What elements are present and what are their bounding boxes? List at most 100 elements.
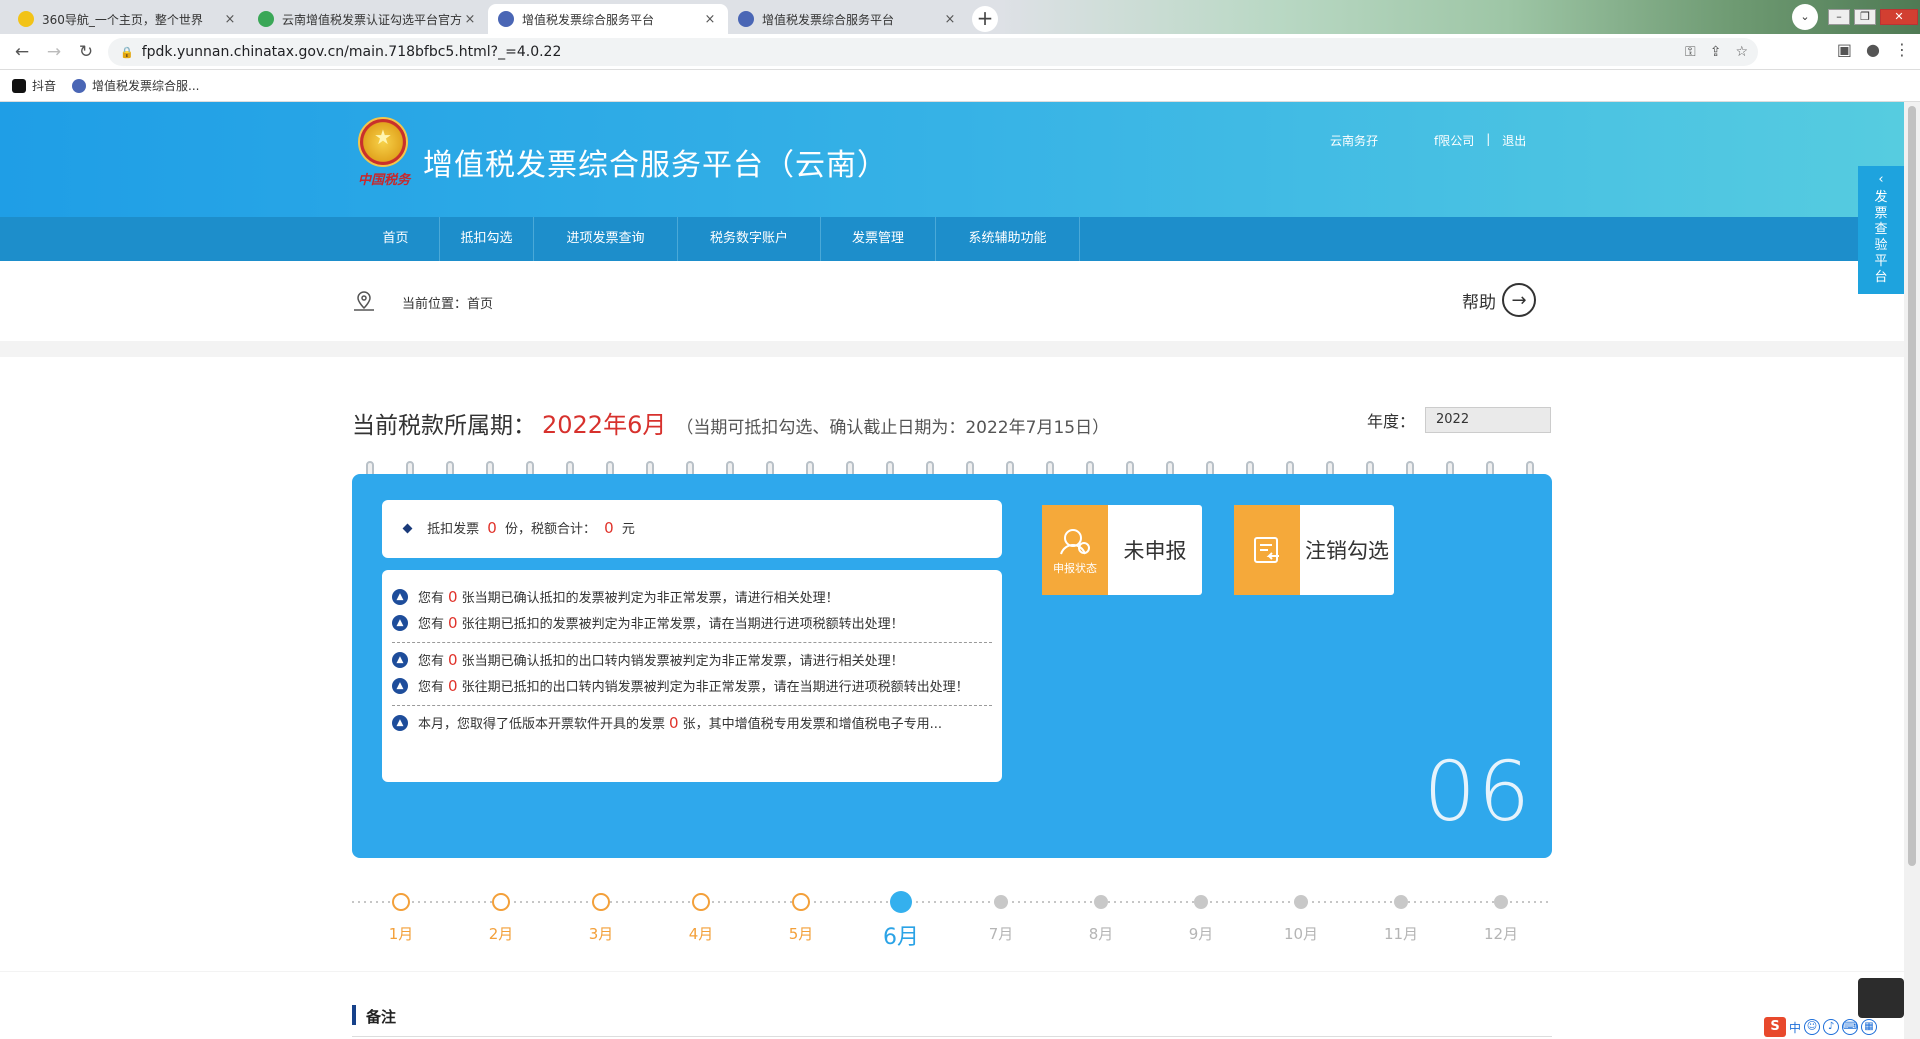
timeline-month-label[interactable]: 9月	[1171, 923, 1231, 944]
profile-icon[interactable]: ●	[1866, 40, 1880, 59]
help-label: 帮助	[1462, 292, 1496, 313]
invoice-verify-side-tab[interactable]: ‹ 发 票 查 验 平 台	[1858, 166, 1904, 294]
page-scrollbar[interactable]	[1904, 102, 1920, 1039]
timeline-month-label[interactable]: 11月	[1371, 923, 1431, 944]
mic-icon[interactable]: ♪	[1823, 1019, 1840, 1035]
douyin-icon	[12, 78, 26, 93]
cancel-selection-card[interactable]: 注销勾选	[1234, 505, 1394, 595]
floating-video-button[interactable]	[1858, 978, 1904, 1018]
emoji-icon[interactable]: ☺	[1804, 1019, 1821, 1035]
big-month-number: 06	[1423, 745, 1532, 840]
timeline-month-label[interactable]: 2月	[471, 923, 531, 944]
forward-arrow-icon[interactable]: →	[38, 42, 70, 62]
alert-item[interactable]: ▲ 本月，您取得了低版本开票软件开具的发票 0 张，其中增值税专用发票和增值税电子专…	[392, 714, 992, 734]
lock-icon[interactable]: 🔒	[120, 46, 134, 59]
nav-item-digital-account[interactable]: 税务数字账户	[678, 217, 821, 261]
close-window-button[interactable]: ✕	[1880, 9, 1918, 25]
help-button[interactable]: 帮助 →	[1462, 283, 1536, 317]
tax-favicon-icon	[498, 11, 514, 27]
timeline-month-label[interactable]: 10月	[1271, 923, 1331, 944]
timeline-month-node[interactable]	[492, 893, 510, 911]
star-icon[interactable]: ☆	[1735, 44, 1748, 60]
url-text[interactable]: fpdk.yunnan.chinatax.gov.cn/main.718bfbc…	[142, 44, 562, 60]
bookmark-tax-platform[interactable]: 增值税发票综合服...	[72, 77, 199, 94]
timeline-month-node[interactable]	[1094, 895, 1108, 909]
timeline-month-node[interactable]	[1494, 895, 1508, 909]
toolbar-right: ▣ ● ⋮	[1837, 40, 1910, 59]
deduct-suffix: 元	[621, 522, 635, 537]
alert-item: ▲ 您有 0 张往期已抵扣的发票被判定为非正常发票，请在当期进行进项税额转出处理！	[392, 614, 992, 634]
browser-tab-1[interactable]: 360导航_一个主页，整个世界 ×	[8, 4, 248, 34]
keyboard-icon[interactable]: ⌨	[1842, 1019, 1859, 1035]
menu-icon[interactable]: ⋮	[1894, 40, 1910, 59]
year-select[interactable]: 2022	[1425, 407, 1552, 433]
timeline-month-node[interactable]	[792, 893, 810, 911]
browser-tab-2[interactable]: 云南增值税发票认证勾选平台官方 ×	[248, 4, 488, 34]
nav-item-deduct-select[interactable]: 抵扣勾选	[440, 217, 534, 261]
period-month: 2022年6月	[542, 411, 667, 439]
sidepanel-icon[interactable]: ▣	[1837, 40, 1852, 59]
timeline-month-label[interactable]: 12月	[1471, 923, 1531, 944]
search-favicon-icon	[258, 11, 274, 27]
notes-divider	[352, 1036, 1552, 1037]
grid-icon[interactable]: ▦	[1861, 1019, 1878, 1035]
tab-search-icon[interactable]: ⌄	[1792, 4, 1818, 30]
breadcrumb: 当前位置：首页	[402, 297, 494, 312]
user-company: f限公司	[1434, 134, 1475, 148]
nav-item-home[interactable]: 首页	[352, 217, 440, 261]
close-icon[interactable]: ×	[942, 12, 958, 27]
new-tab-button[interactable]: +	[972, 6, 998, 32]
timeline-month-node[interactable]	[392, 893, 410, 911]
address-bar: ← → ↻ 🔒 fpdk.yunnan.chinatax.gov.cn/main…	[0, 34, 1920, 70]
bell-icon: ▲	[392, 589, 408, 605]
browser-tab-3-active[interactable]: 增值税发票综合服务平台 ×	[488, 4, 728, 34]
deduct-count: 0	[487, 519, 497, 537]
bookmark-douyin[interactable]: 抖音	[12, 77, 56, 94]
seal-text: 中国税务	[357, 173, 410, 188]
timeline-month-label[interactable]: 4月	[671, 923, 731, 944]
share-icon[interactable]: ⇪	[1710, 44, 1722, 60]
nav-item-invoice-manage[interactable]: 发票管理	[821, 217, 936, 261]
timeline-month-label[interactable]: 6月	[871, 919, 931, 951]
tax-emblem-logo: ★ 中国税务	[352, 117, 414, 188]
close-icon[interactable]: ×	[462, 12, 478, 27]
nav-item-system-tools[interactable]: 系统辅助功能	[936, 217, 1080, 261]
declare-status-value: 未申报	[1123, 539, 1187, 563]
timeline-month-node[interactable]	[1394, 895, 1408, 909]
close-icon[interactable]: ×	[702, 12, 718, 27]
close-icon[interactable]: ×	[222, 12, 238, 27]
timeline-month-node[interactable]	[994, 895, 1008, 909]
declare-status-card[interactable]: 申报状态 未申报	[1042, 505, 1202, 595]
side-tab-char: 发	[1874, 190, 1888, 205]
timeline-month-label[interactable]: 5月	[771, 923, 831, 944]
timeline-month-node[interactable]	[592, 893, 610, 911]
timeline-month-label[interactable]: 8月	[1071, 923, 1131, 944]
logout-link[interactable]: 退出	[1502, 132, 1526, 149]
sogou-logo-icon[interactable]: S	[1764, 1017, 1786, 1037]
url-field[interactable]: 🔒 fpdk.yunnan.chinatax.gov.cn/main.718bf…	[108, 38, 1758, 66]
bell-icon: ▲	[392, 615, 408, 631]
timeline-month-label[interactable]: 7月	[971, 923, 1031, 944]
browser-tab-4[interactable]: 增值税发票综合服务平台 ×	[728, 4, 968, 34]
scrollbar-thumb[interactable]	[1908, 106, 1916, 866]
deduct-amount: 0	[604, 519, 614, 537]
ime-toolbar: S 中 ☺ ♪ ⌨ ▦	[1764, 1016, 1878, 1038]
side-tab-char: 平	[1874, 254, 1888, 269]
timeline-month-node[interactable]	[1194, 895, 1208, 909]
key-icon[interactable]: ⚿	[1685, 44, 1696, 60]
alert-pre: 您有	[418, 591, 445, 606]
reload-icon[interactable]: ↻	[70, 42, 102, 62]
timeline-month-label[interactable]: 3月	[571, 923, 631, 944]
dashed-divider	[392, 642, 992, 643]
minimize-button[interactable]: –	[1828, 9, 1850, 25]
restore-button[interactable]: ❐	[1854, 9, 1876, 25]
nav-item-input-invoice-query[interactable]: 进项发票查询	[534, 217, 678, 261]
alert-item: ▲ 您有 0 张往期已抵扣的出口转内销发票被判定为非正常发票，请在当期进行进项税额转…	[392, 677, 992, 697]
ime-mode[interactable]: 中	[1789, 1019, 1801, 1036]
timeline-month-node[interactable]	[1294, 895, 1308, 909]
timeline-month-node[interactable]	[692, 893, 710, 911]
timeline-month-label[interactable]: 1月	[371, 923, 431, 944]
timeline-month-node[interactable]	[890, 891, 912, 913]
back-arrow-icon[interactable]: ←	[6, 42, 38, 62]
diamond-bullet-icon	[402, 523, 413, 534]
